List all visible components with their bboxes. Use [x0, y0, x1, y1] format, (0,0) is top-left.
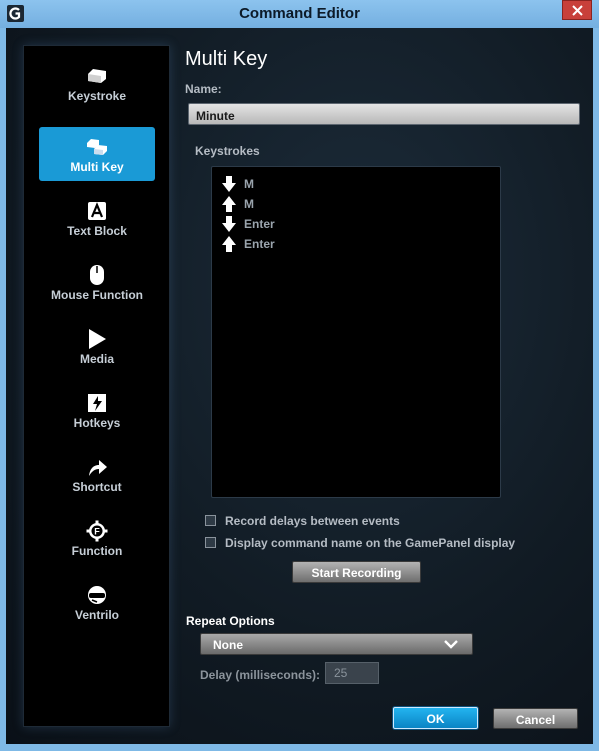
- name-label: Name:: [185, 82, 222, 96]
- keystroke-key: M: [244, 197, 254, 211]
- start-recording-button[interactable]: Start Recording: [292, 561, 421, 583]
- command-type-sidebar: Keystroke Multi Key Text Block Mouse Fun…: [23, 45, 170, 727]
- keystroke-key: Enter: [244, 217, 275, 231]
- sidebar-item-hotkeys[interactable]: Hotkeys: [39, 383, 155, 437]
- sidebar-item-media[interactable]: Media: [39, 319, 155, 373]
- keystrokes-list[interactable]: M M Enter Enter: [211, 166, 501, 498]
- sidebar-item-label: Keystroke: [67, 89, 127, 103]
- key-up-arrow-icon: [222, 236, 236, 252]
- cancel-button[interactable]: Cancel: [493, 708, 578, 729]
- play-icon: [85, 327, 109, 351]
- keystroke-key: Enter: [244, 237, 275, 251]
- command-editor-window: Command Editor Keystroke Multi Key Text …: [0, 0, 599, 751]
- sidebar-item-text-block[interactable]: Text Block: [39, 191, 155, 245]
- delay-input[interactable]: 25: [325, 662, 379, 684]
- sidebar-item-ventrilo[interactable]: Ventrilo: [39, 575, 155, 629]
- page-title: Multi Key: [185, 48, 268, 70]
- sidebar-item-multi-key[interactable]: Multi Key: [39, 127, 155, 181]
- svg-text:F: F: [94, 527, 100, 537]
- keystroke-icon: [85, 64, 109, 88]
- list-item[interactable]: Enter: [222, 235, 482, 253]
- keystroke-key: M: [244, 177, 254, 191]
- multi-key-icon: [85, 135, 109, 159]
- text-block-icon: [85, 199, 109, 223]
- close-button[interactable]: [562, 0, 592, 20]
- title-bar[interactable]: Command Editor: [0, 0, 599, 28]
- repeat-options-value: None: [213, 638, 243, 652]
- sidebar-item-shortcut[interactable]: Shortcut: [39, 447, 155, 501]
- sidebar-item-label: Shortcut: [72, 480, 122, 494]
- repeat-options-label: Repeat Options: [186, 614, 275, 628]
- close-icon: [571, 4, 583, 16]
- sidebar-item-label: Hotkeys: [73, 416, 121, 430]
- shortcut-arrow-icon: [85, 455, 109, 479]
- chevron-down-icon: [444, 640, 458, 649]
- record-delays-checkbox[interactable]: [205, 515, 216, 526]
- name-input[interactable]: [188, 103, 580, 125]
- key-down-arrow-icon: [222, 176, 236, 192]
- hotkeys-icon: [85, 391, 109, 415]
- key-down-arrow-icon: [222, 216, 236, 232]
- sidebar-item-label: Media: [79, 352, 114, 366]
- display-name-label: Display command name on the GamePanel di…: [225, 536, 516, 550]
- sidebar-item-mouse-function[interactable]: Mouse Function: [39, 255, 155, 309]
- mouse-icon: [85, 263, 109, 287]
- sidebar-item-label: Multi Key: [70, 160, 124, 174]
- editor-body: Keystroke Multi Key Text Block Mouse Fun…: [6, 28, 593, 744]
- sidebar-item-label: Ventrilo: [74, 608, 119, 622]
- function-gear-icon: F: [85, 519, 109, 543]
- window-title: Command Editor: [239, 5, 360, 22]
- ok-button[interactable]: OK: [393, 707, 478, 729]
- keystrokes-label: Keystrokes: [195, 144, 260, 158]
- sidebar-item-label: Text Block: [67, 224, 127, 238]
- list-item[interactable]: M: [222, 175, 482, 193]
- list-item[interactable]: M: [222, 195, 482, 213]
- repeat-options-select[interactable]: None: [200, 633, 473, 655]
- display-name-checkbox[interactable]: [205, 537, 216, 548]
- sidebar-item-label: Function: [71, 544, 123, 558]
- key-up-arrow-icon: [222, 196, 236, 212]
- delay-label: Delay (milliseconds):: [200, 668, 321, 682]
- sidebar-item-label: Mouse Function: [51, 288, 143, 302]
- record-delays-label: Record delays between events: [225, 514, 400, 528]
- sidebar-item-keystroke[interactable]: Keystroke: [39, 56, 155, 110]
- list-item[interactable]: Enter: [222, 215, 482, 233]
- headset-icon: [85, 583, 109, 607]
- sidebar-item-function[interactable]: F Function: [39, 511, 155, 565]
